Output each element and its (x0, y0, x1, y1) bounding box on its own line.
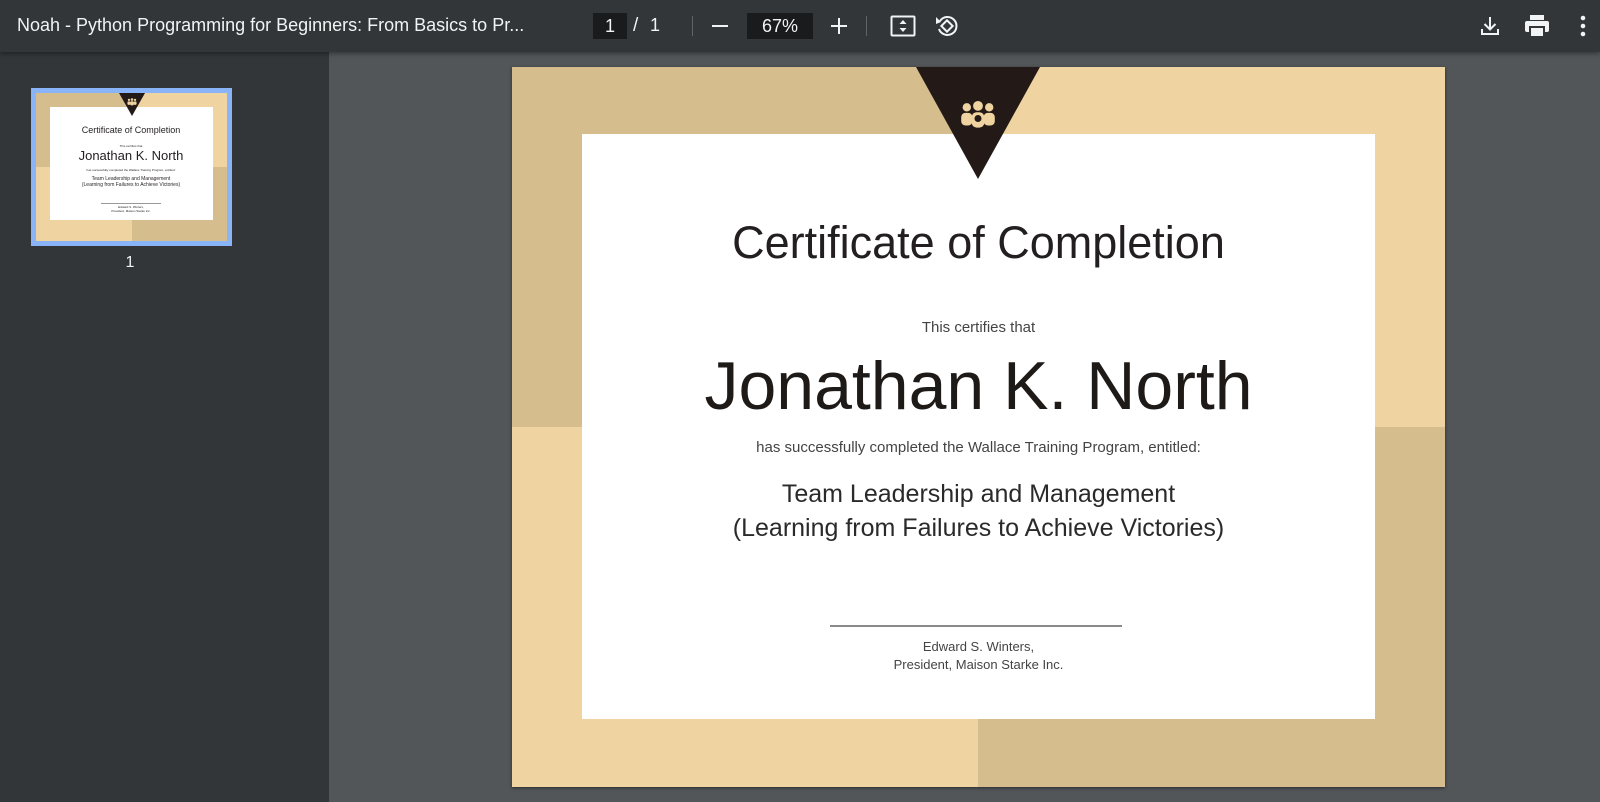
signer-name: Edward S. Winters, (922, 639, 1035, 654)
completion-statement: has successfully completed the Wallace T… (756, 439, 1201, 456)
rotate-button[interactable] (931, 10, 963, 42)
thumbnail-page-number: 1 (125, 254, 135, 271)
thumbnail-course-line2: (Learning from Failures to Achieve Victo… (81, 182, 181, 188)
signer-role: President, Maison Starke Inc. (893, 657, 1064, 672)
minus-icon (712, 25, 728, 27)
pdf-page: Certificate of Completion This certifies… (512, 67, 1445, 787)
more-options-button[interactable] (1567, 10, 1599, 42)
thumbnail-signature-line (101, 203, 161, 204)
print-button[interactable] (1521, 10, 1553, 42)
course-title-line2: (Learning from Failures to Achieve Victo… (732, 514, 1225, 542)
certificate-title: Certificate of Completion (732, 217, 1225, 268)
toolbar-divider (692, 16, 693, 36)
thumbnail-recipient: Jonathan K. North (78, 148, 184, 163)
signature-line (830, 625, 1122, 627)
page-separator: / (633, 15, 639, 36)
download-icon (1481, 17, 1499, 35)
print-icon (1525, 15, 1549, 38)
thumbnail-signer-role: President, Maison Starke Inc. (111, 209, 151, 213)
document-title: Noah - Python Programming for Beginners:… (17, 15, 525, 35)
zoom-out-button[interactable] (704, 10, 736, 42)
team-people-icon (127, 98, 137, 106)
page-total: 1 (650, 15, 661, 35)
certifies-text: This certifies that (921, 319, 1036, 336)
fit-to-page-button[interactable] (887, 10, 919, 42)
recipient-name: Jonathan K. North (704, 348, 1253, 424)
course-title-line1: Team Leadership and Management (781, 480, 1176, 508)
more-vert-icon (1580, 15, 1586, 37)
thumbnail-title: Certificate of Completion (81, 125, 181, 135)
rotate-icon (936, 16, 958, 36)
download-button[interactable] (1474, 10, 1506, 42)
team-people-icon (961, 101, 995, 128)
zoom-level-input[interactable]: 67% (747, 13, 813, 39)
pdf-toolbar: Noah - Python Programming for Beginners:… (0, 0, 1600, 52)
thumbnail-completed: has successfully completed the Wallace T… (86, 168, 176, 172)
toolbar-divider (866, 16, 867, 36)
page-number-input[interactable]: 1 (593, 13, 627, 39)
zoom-in-button[interactable] (823, 10, 855, 42)
thumbnail-sidebar: Certificate of Completion This certifies… (0, 52, 329, 802)
document-viewer[interactable]: Certificate of Completion This certifies… (329, 52, 1600, 802)
fit-to-page-icon (890, 15, 916, 37)
page-thumbnail[interactable]: Certificate of Completion This certifies… (31, 88, 232, 246)
plus-icon (831, 18, 847, 34)
thumbnail-page-preview: Certificate of Completion This certifies… (36, 93, 227, 241)
